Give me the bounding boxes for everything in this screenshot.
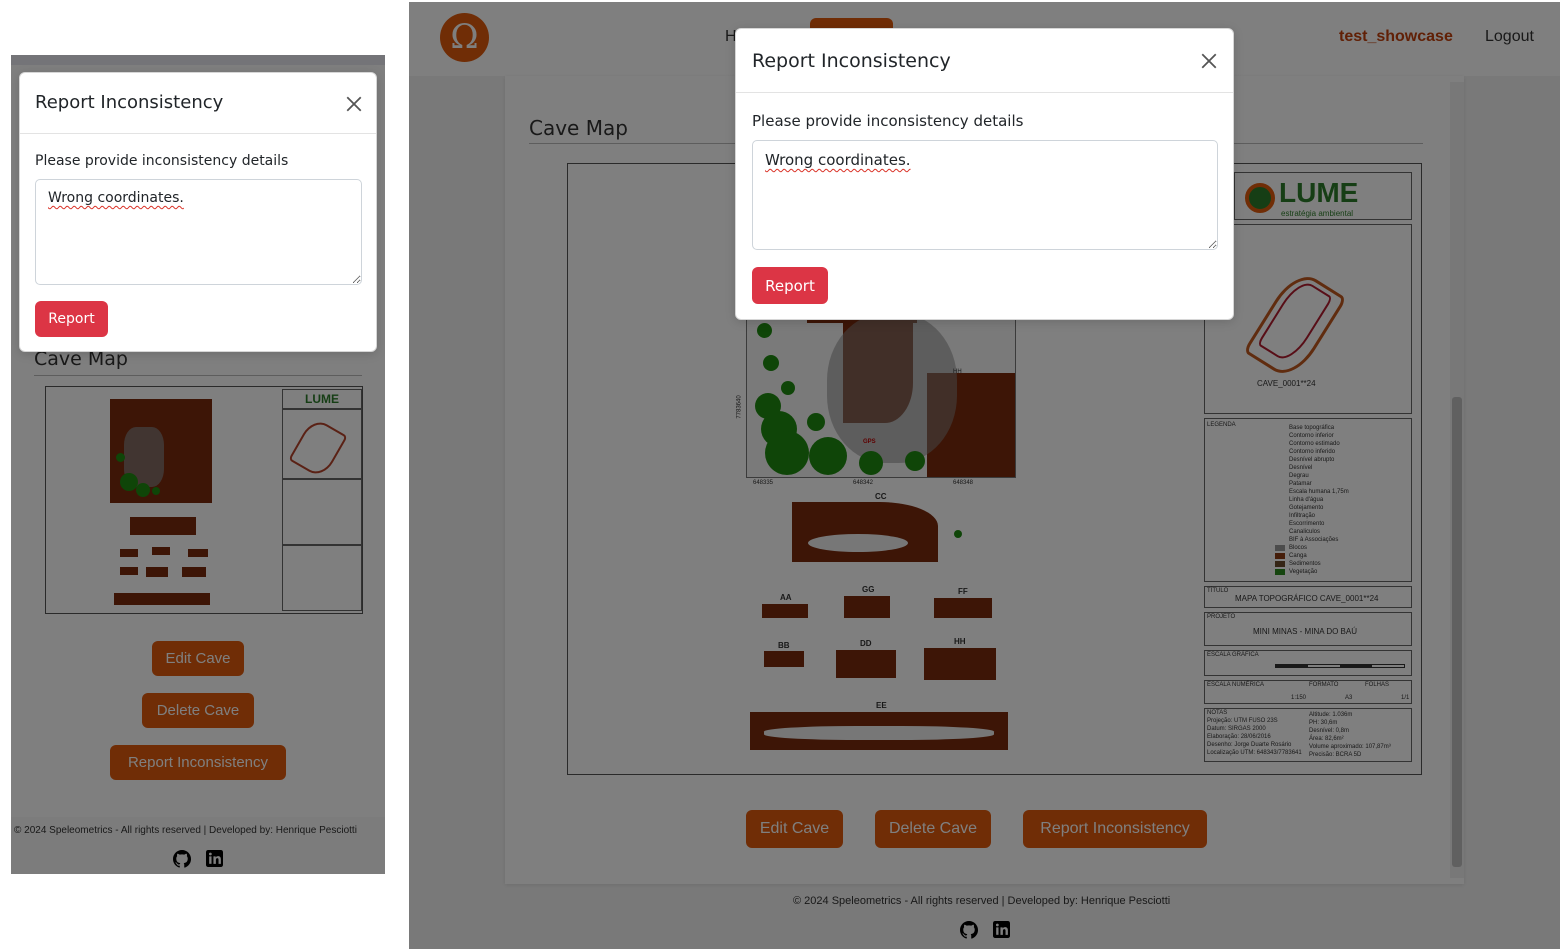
linkedin-icon[interactable] [993, 921, 1010, 938]
logout-link[interactable]: Logout [1485, 28, 1534, 46]
delete-cave-button[interactable]: Delete Cave [142, 693, 254, 728]
report-modal: Report Inconsistency Please provide inco… [735, 28, 1234, 320]
scrollbar-thumb[interactable] [1452, 397, 1462, 867]
modal-title: Report Inconsistency [752, 50, 951, 72]
mobile-topbar [11, 55, 385, 65]
map-numeric-scale-box: ESCALA NUMÉRICA 1:150 FORMATO A3 FOLHAS … [1204, 680, 1412, 704]
github-icon[interactable] [173, 850, 191, 868]
map-legend: LEGENDA Base topográfica Contorno inferi… [1204, 418, 1412, 582]
modal-prompt: Please provide inconsistency details [752, 112, 1024, 130]
section-cc [792, 502, 938, 562]
map-notes-box: NOTAS Projeção: UTM FUSO 23S Datum: SIRG… [1204, 708, 1412, 762]
cave-map-image: LUME [45, 386, 363, 614]
textarea-value: Wrong coordinates. [48, 190, 184, 206]
section-bb [764, 651, 804, 667]
map-title-box: TÍTULO MAPA TOPOGRÁFICO CAVE_0001**24 [1204, 586, 1412, 608]
desktop-view: Ω H test_showcase Logout Cave Map HH GPS… [409, 2, 1560, 949]
github-icon[interactable] [960, 921, 978, 939]
edit-cave-button[interactable]: Edit Cave [746, 810, 843, 848]
map-project-box: PROJETO MINI MINAS - MINA DO BAÚ [1204, 612, 1412, 646]
report-inconsistency-button[interactable]: Report Inconsistency [110, 745, 286, 780]
cave-map-rule [34, 375, 362, 376]
linkedin-icon[interactable] [206, 850, 223, 867]
modal-prompt: Please provide inconsistency details [35, 153, 289, 169]
section-dd [836, 650, 896, 678]
section-ff [934, 598, 992, 618]
cave-map-title: Cave Map [529, 116, 628, 140]
footer: © 2024 Speleometrics - All rights reserv… [11, 817, 385, 874]
report-modal: Report Inconsistency Please provide inco… [19, 72, 377, 352]
user-name[interactable]: test_showcase [1339, 28, 1453, 46]
textarea-value: Wrong coordinates. [765, 151, 911, 169]
close-icon[interactable] [1200, 52, 1218, 70]
location-map: CAVE_0001**24 [1204, 224, 1412, 414]
modal-title: Report Inconsistency [35, 92, 224, 113]
section-aa [762, 604, 808, 618]
report-submit-button[interactable]: Report [752, 267, 828, 304]
report-inconsistency-button[interactable]: Report Inconsistency [1023, 810, 1207, 848]
footer-copyright: © 2024 Speleometrics - All rights reserv… [793, 895, 1171, 907]
report-submit-button[interactable]: Report [35, 301, 108, 337]
close-icon[interactable] [345, 95, 363, 113]
delete-cave-button[interactable]: Delete Cave [875, 810, 991, 848]
section-gg [844, 596, 890, 618]
section-hh [924, 648, 996, 680]
footer-copyright: © 2024 Speleometrics - All rights reserv… [14, 825, 357, 836]
map-scale-box: ESCALA GRÁFICA [1204, 650, 1412, 676]
lume-logo-box: LUME estratégia ambiental [1234, 172, 1412, 220]
brand-logo[interactable]: Ω [440, 13, 489, 62]
edit-cave-button[interactable]: Edit Cave [152, 641, 244, 676]
mobile-view: Cave Map LUME Edit Cave Delete Cave Repo… [11, 55, 385, 874]
